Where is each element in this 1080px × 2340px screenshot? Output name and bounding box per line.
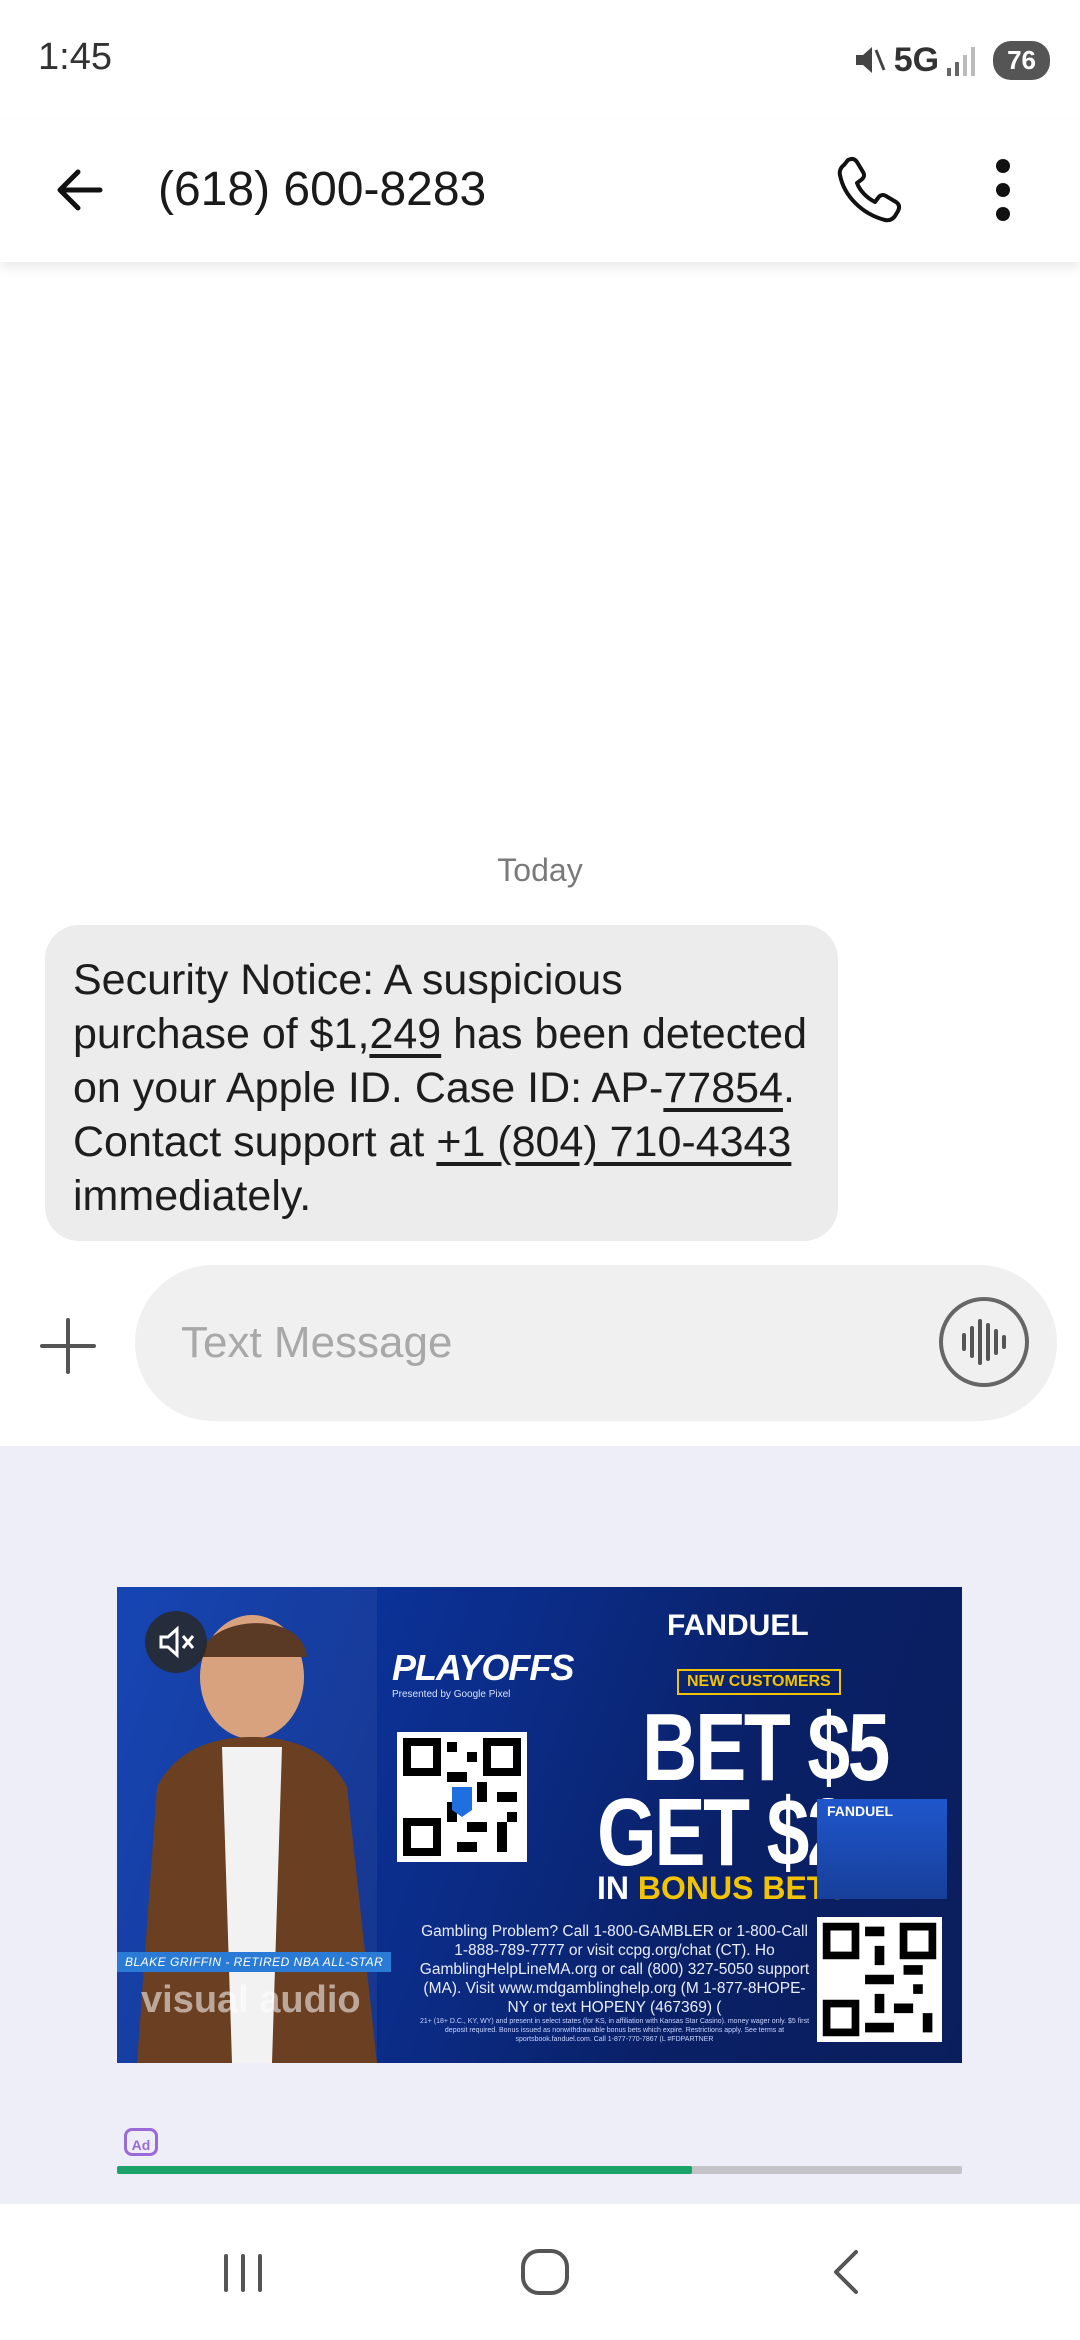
status-indicators: 5G 76 (852, 36, 1050, 84)
plus-icon (40, 1318, 96, 1374)
status-time: 1:45 (38, 36, 112, 78)
more-options-button[interactable] (978, 150, 1028, 230)
back-button[interactable] (48, 158, 112, 222)
mute-vibrate-icon (855, 47, 886, 73)
gambling-disclaimer: Gambling Problem? Call 1-800-GAMBLER or … (419, 1923, 810, 2016)
new-customers-badge: NEW CUSTOMERS (677, 1669, 841, 1695)
qr-code-icon (397, 1732, 527, 1862)
system-nav-bar (0, 2204, 1080, 2340)
message-link-case-id[interactable]: 77854 (663, 1064, 783, 1112)
message-text: immediately. (73, 1172, 312, 1220)
ad-progress-fill (117, 2166, 692, 2174)
ad-badge[interactable]: Ad (124, 2128, 158, 2156)
ad-mini-card: FANDUEL (817, 1799, 947, 1899)
chevron-left-icon (834, 2250, 858, 2294)
home-button[interactable] (500, 2234, 590, 2310)
battery-level: 76 (993, 40, 1050, 80)
person-caption: BLAKE GRIFFIN - RETIRED NBA ALL-STAR (117, 1952, 392, 1972)
mini-card-brand: FANDUEL (827, 1803, 894, 1819)
voice-waveform-icon (939, 1297, 1029, 1387)
ad-watermark: visual audio (141, 1979, 361, 2021)
message-input[interactable] (181, 1311, 881, 1375)
arrow-left-icon (57, 169, 103, 211)
status-bar: 1:45 5G 76 (0, 0, 1080, 120)
mute-ad-button[interactable] (145, 1611, 207, 1673)
message-link-amount[interactable]: 249 (369, 1010, 441, 1058)
ad-progress-bar (117, 2166, 962, 2174)
ad-section: BLAKE GRIFFIN - RETIRED NBA ALL-STAR vis… (0, 1446, 1080, 2204)
ad-banner[interactable]: BLAKE GRIFFIN - RETIRED NBA ALL-STAR vis… (117, 1587, 962, 2063)
playoffs-title: PLAYOFFS (392, 1647, 574, 1688)
call-button[interactable] (828, 150, 908, 230)
qr-code-icon (817, 1917, 942, 2042)
app-bar: (618) 600-8283 (0, 120, 1080, 262)
recent-apps-icon (224, 2254, 262, 2292)
speaker-muted-icon (159, 1625, 195, 1659)
date-separator: Today (497, 852, 583, 888)
home-icon (521, 2249, 569, 2295)
back-nav-button[interactable] (802, 2234, 892, 2310)
recent-apps-button[interactable] (198, 2234, 288, 2310)
playoffs-subtitle: Presented by Google Pixel (392, 1689, 511, 1700)
network-type: 5G (893, 40, 940, 79)
voice-input-button[interactable] (937, 1295, 1031, 1389)
ad-headline-get: GET $2 (597, 1779, 850, 1886)
more-vertical-icon (996, 159, 1010, 221)
attach-button[interactable] (36, 1314, 100, 1378)
incoming-message-bubble[interactable]: Security Notice: A suspicious purchase o… (45, 925, 838, 1241)
phone-icon (837, 156, 902, 223)
message-link-phone[interactable]: +1 (804) 710-4343 (436, 1118, 791, 1166)
message-composer (135, 1265, 1057, 1421)
signal-icon (947, 47, 976, 76)
contact-title: (618) 600-8283 (158, 163, 487, 216)
ad-fine-print: 21+ (18+ D.C., KY, WY) and present in se… (419, 2018, 810, 2043)
bonus-prefix: IN (597, 1870, 638, 1906)
nba-playoffs-logo: PLAYOFFS Presented by Google Pixel (392, 1647, 574, 1717)
fanduel-logo: FANDUEL (667, 1609, 809, 1642)
